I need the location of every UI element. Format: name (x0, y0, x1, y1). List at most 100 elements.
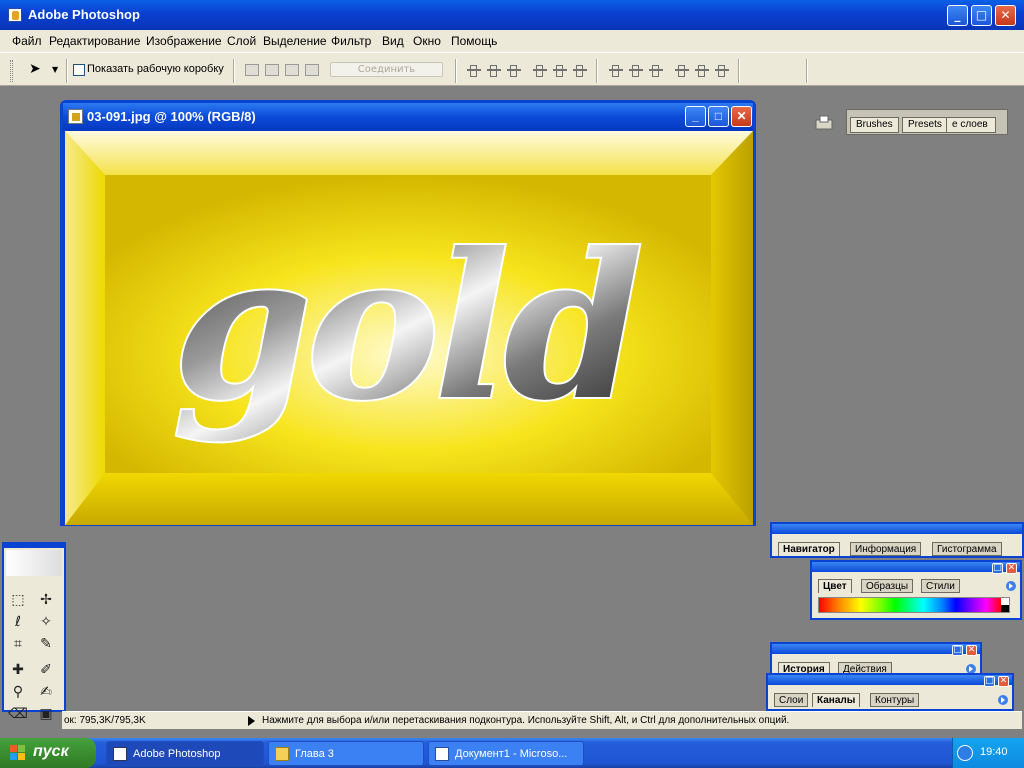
separator (806, 59, 808, 83)
close-button[interactable]: ✕ (995, 5, 1016, 26)
tab-info[interactable]: Информация (850, 542, 922, 556)
minimize-button[interactable]: _ (947, 5, 968, 26)
start-button[interactable]: пуск (0, 738, 96, 768)
lasso-tool-icon[interactable]: ℓ (8, 612, 28, 632)
color-spectrum[interactable] (818, 597, 1010, 613)
stamp-tool-icon[interactable]: ⚲ (8, 682, 28, 702)
shape-intersect-icon[interactable] (285, 64, 299, 76)
taskbar-item-label: Adobe Photoshop (133, 748, 221, 760)
file-browser-icon[interactable] (815, 114, 833, 130)
palette-menu-arrow-icon[interactable] (1006, 581, 1016, 591)
doc-size-readout[interactable]: ок: 795,3K/795,3K (64, 715, 146, 726)
palette-header[interactable] (768, 675, 1012, 685)
palette-menu-arrow-icon[interactable] (998, 695, 1008, 705)
tab-styles[interactable]: Стили (921, 579, 960, 593)
clock[interactable]: 19:40 (980, 746, 1008, 758)
combine-button[interactable]: Соединить (330, 62, 443, 77)
status-bar: ок: 795,3K/795,3K Нажмите для выбора и/и… (62, 711, 1022, 729)
align-right-icon[interactable] (572, 63, 588, 77)
menu-image[interactable]: Изображение (146, 34, 222, 48)
document-title-bar[interactable]: 03-091.jpg @ 100% (RGB/8) _ □ ✕ (63, 103, 753, 131)
tools-palette: ⬚ ✢ ℓ ✧ ⌗ ✎ ✚ ✐ ⚲ ✍ ⌫ ▣ (2, 542, 66, 722)
doc-minimize-button[interactable]: _ (685, 106, 706, 127)
menu-file[interactable]: Файл (12, 34, 42, 48)
menu-edit[interactable]: Редактирование (49, 34, 140, 48)
distribute-right-icon[interactable] (714, 63, 730, 77)
options-bar: ➤ ▼ Показать рабочую коробку Соединить B… (0, 52, 1024, 135)
history-brush-icon[interactable]: ✍ (36, 682, 56, 702)
taskbar-item-word[interactable]: Документ1 - Microso... (428, 741, 584, 766)
palette-minimize-button[interactable]: □ (984, 676, 995, 687)
distribute-vcenter-icon[interactable] (628, 63, 644, 77)
magic-wand-tool-icon[interactable]: ✧ (36, 612, 56, 632)
palette-close-button[interactable]: ✕ (1006, 563, 1017, 574)
feather-logo-icon (6, 550, 62, 576)
document-window[interactable]: 03-091.jpg @ 100% (RGB/8) _ □ ✕ gold (60, 100, 756, 526)
healing-brush-icon[interactable]: ✚ (8, 660, 28, 680)
eyedropper-tool-icon[interactable]: ✎ (36, 634, 56, 654)
color-palette: □ ✕ Цвет Образцы Стили (810, 560, 1022, 620)
align-hcenter-icon[interactable] (552, 63, 568, 77)
separator (66, 59, 68, 83)
move-tool-icon[interactable]: ✢ (36, 590, 56, 610)
arrow-tool-icon[interactable]: ➤ (29, 61, 41, 77)
eraser-tool-icon[interactable]: ⌫ (8, 704, 28, 724)
menu-window[interactable]: Окно (413, 34, 441, 48)
show-bbox-checkbox[interactable] (73, 64, 85, 76)
crop-tool-icon[interactable]: ⌗ (8, 634, 28, 654)
palette-header[interactable] (772, 644, 980, 654)
marquee-tool-icon[interactable]: ⬚ (8, 590, 28, 610)
palette-minimize-button[interactable]: □ (952, 645, 963, 656)
word-document-icon (435, 747, 449, 761)
brush-tool-icon[interactable]: ✐ (36, 660, 56, 680)
image-canvas[interactable]: gold (65, 131, 753, 525)
palette-header[interactable] (812, 562, 1020, 572)
align-left-icon[interactable] (532, 63, 548, 77)
palette-well-tab-brushes[interactable]: Brushes (850, 117, 899, 133)
palette-close-button[interactable]: ✕ (966, 645, 977, 656)
tray-expand-icon[interactable] (957, 745, 973, 761)
taskbar-item-photoshop[interactable]: Adobe Photoshop (106, 741, 264, 766)
distribute-bottom-icon[interactable] (648, 63, 664, 77)
maximize-button[interactable]: □ (971, 5, 992, 26)
palette-well: Brushes Presets е слоев (846, 109, 1008, 135)
distribute-top-icon[interactable] (608, 63, 624, 77)
document-icon (68, 109, 83, 124)
distribute-left-icon[interactable] (674, 63, 690, 77)
tab-histogram[interactable]: Гистограмма (932, 542, 1002, 556)
app-title-bar[interactable]: Adobe Photoshop _ □ ✕ (0, 0, 1024, 30)
palette-minimize-button[interactable]: □ (992, 563, 1003, 574)
tab-channels[interactable]: Каналы (812, 693, 861, 707)
photoshop-icon (113, 747, 127, 761)
taskbar-item-folder[interactable]: Глава 3 (268, 741, 424, 766)
tab-paths[interactable]: Контуры (870, 693, 920, 707)
doc-close-button[interactable]: ✕ (731, 106, 752, 127)
tab-swatches[interactable]: Образцы (861, 579, 914, 593)
tab-color[interactable]: Цвет (818, 579, 852, 593)
palette-close-button[interactable]: ✕ (998, 676, 1009, 687)
photoshop-icon (8, 8, 22, 22)
status-menu-arrow-icon[interactable] (248, 716, 255, 726)
align-vcenter-icon[interactable] (486, 63, 502, 77)
gradient-tool-icon[interactable]: ▣ (36, 704, 56, 724)
menu-filter[interactable]: Фильтр (331, 34, 371, 48)
tab-navigator[interactable]: Навигатор (778, 542, 840, 556)
shape-add-icon[interactable] (245, 64, 259, 76)
menu-bar: Файл Редактирование Изображение Слой Выд… (0, 30, 1024, 52)
palette-header[interactable] (772, 524, 1022, 534)
menu-select[interactable]: Выделение (263, 34, 327, 48)
menu-layer[interactable]: Слой (227, 34, 256, 48)
shape-exclude-icon[interactable] (305, 64, 319, 76)
palette-well-tab-layer-comps[interactable]: е слоев (946, 117, 996, 133)
palette-well-tab-presets[interactable]: Presets (902, 117, 948, 133)
tool-preset-chevron-down-icon[interactable]: ▼ (52, 65, 58, 74)
align-top-icon[interactable] (466, 63, 482, 77)
align-bottom-icon[interactable] (506, 63, 522, 77)
distribute-hcenter-icon[interactable] (694, 63, 710, 77)
menu-help[interactable]: Помощь (451, 34, 497, 48)
tab-layers[interactable]: Слои (774, 693, 809, 707)
menu-view[interactable]: Вид (382, 34, 404, 48)
shape-subtract-icon[interactable] (265, 64, 279, 76)
doc-maximize-button[interactable]: □ (708, 106, 729, 127)
options-grip[interactable] (10, 60, 13, 82)
